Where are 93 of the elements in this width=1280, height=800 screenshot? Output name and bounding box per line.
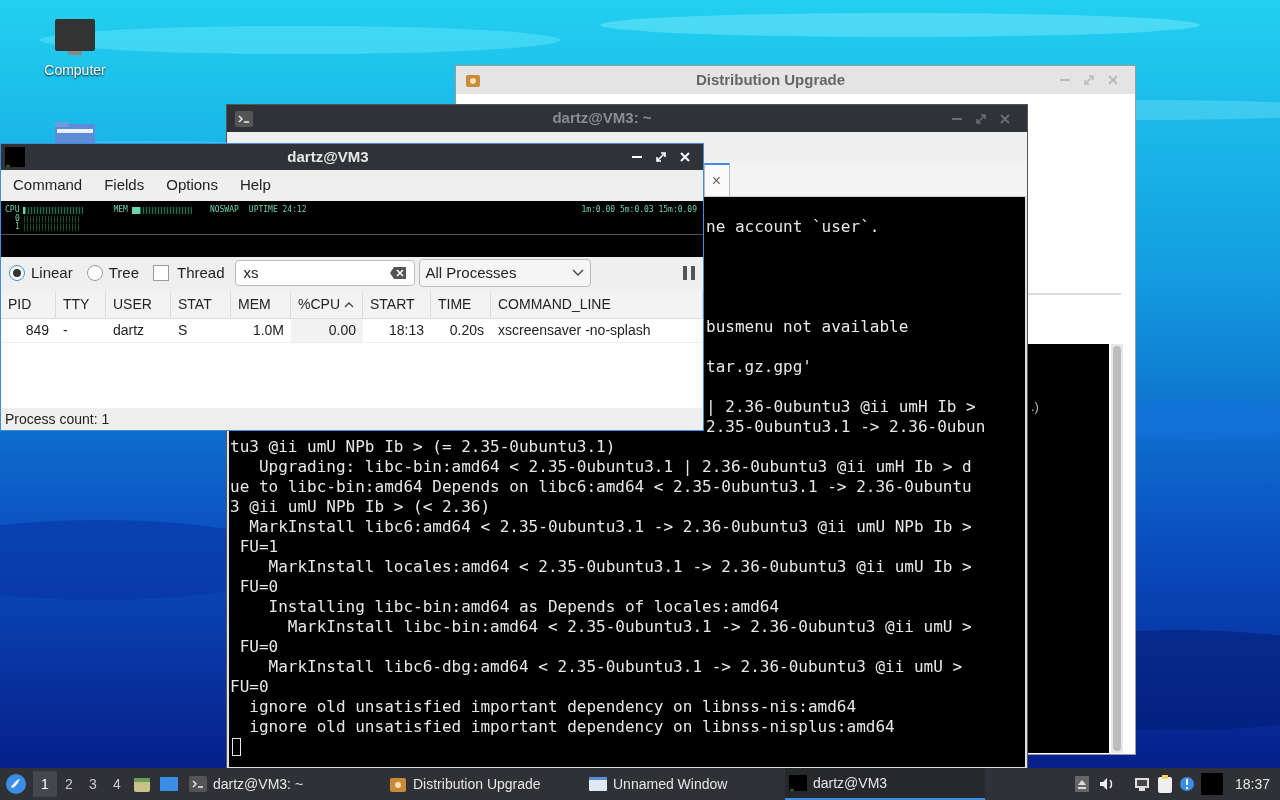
taskbar-button[interactable]: Unnamed Window bbox=[585, 768, 785, 800]
window-title: dartz@VM3 bbox=[286, 146, 370, 167]
terminal-line: MarkInstall libc6:amd64 < 2.35-0ubuntu3.1 -> 2.36-0ubuntu3 @ii umU NPb Ib > bbox=[248, 517, 972, 536]
terminal-line: | 2.36-0ubuntu3 @ii umH Ib > bbox=[706, 397, 976, 416]
clipboard-icon[interactable] bbox=[1156, 775, 1173, 793]
terminal-line: FU=0 bbox=[238, 577, 279, 596]
table-cell-text: 18:13 bbox=[387, 321, 425, 340]
mem-label: MEM bbox=[113, 204, 128, 216]
window-icon bbox=[589, 776, 607, 792]
log-text: .) bbox=[1031, 399, 1039, 414]
notification-icon[interactable] bbox=[1178, 776, 1195, 792]
eject-icon[interactable] bbox=[1074, 776, 1089, 792]
process-filter-dropdown[interactable]: All Processes bbox=[418, 259, 591, 287]
column-header[interactable]: PID bbox=[1, 291, 56, 318]
start-menu-icon[interactable] bbox=[5, 773, 27, 795]
folder-icon bbox=[55, 122, 95, 144]
network-icon[interactable] bbox=[1132, 776, 1151, 792]
cpu-core-label: 1 bbox=[15, 222, 20, 233]
workspace-button[interactable]: 4 bbox=[105, 771, 129, 797]
terminal-tab[interactable]: × bbox=[704, 163, 730, 196]
column-header[interactable]: TTY bbox=[56, 291, 106, 318]
terminal-icon bbox=[189, 776, 207, 792]
clear-icon[interactable] bbox=[389, 267, 406, 279]
terminal-line: ignore old unsatisfied important dependency on libnss-nisplus:amd64 bbox=[248, 717, 895, 736]
checkbox[interactable]: Thread bbox=[153, 261, 225, 285]
scrollbar[interactable] bbox=[1111, 344, 1123, 753]
terminal-line: ignore old unsatisfied important dependency on libnss-nis:amd64 bbox=[248, 697, 857, 716]
app-icon bbox=[789, 775, 807, 791]
pause-icon[interactable] bbox=[683, 266, 695, 280]
column-header[interactable]: STAT bbox=[171, 291, 231, 318]
terminal-line: 2.35-0ubuntu3.1 -> 2.36-0ubun bbox=[706, 417, 986, 436]
load-average: 1m:0.00 5m:0.03 15m:0.09 bbox=[581, 204, 697, 216]
chevron-down-icon bbox=[571, 269, 584, 277]
menu-item[interactable]: Help bbox=[239, 174, 271, 197]
column-header[interactable]: USER bbox=[106, 291, 171, 318]
workspace-button[interactable]: 2 bbox=[57, 771, 81, 797]
drawer-icon[interactable] bbox=[133, 775, 151, 793]
uptime-label: UPTIME 24:12 bbox=[248, 204, 307, 216]
terminal-line: ne account `user`. bbox=[706, 217, 880, 236]
table-cell-text: dartz bbox=[112, 321, 146, 340]
clock: 18:37 bbox=[1234, 774, 1270, 794]
window-title: dartz@VM3: ~ bbox=[551, 108, 653, 129]
table-cell-text: S bbox=[177, 321, 189, 340]
taskbar-button[interactable]: dartz@VM3 bbox=[785, 768, 985, 800]
terminal-line: Upgrading: libc-bin:amd64 < 2.35-0ubuntu3.1 | 2.36-0ubuntu3 @ii umH Ib > d bbox=[257, 457, 972, 476]
table-cell-text: - bbox=[62, 321, 69, 340]
app-icon bbox=[5, 147, 25, 167]
workspace-button[interactable]: 1 bbox=[33, 771, 57, 797]
terminal-line: MarkInstall libc6-dbg:amd64 < 2.35-0ubuntu3.1 -> 2.36-0ubuntu3 @ii umU > bbox=[267, 657, 963, 676]
table-cell-text: 1.0M bbox=[251, 321, 285, 340]
terminal-line: tar.gz.gpg' bbox=[706, 357, 812, 376]
table-cell-text: 0.20s bbox=[448, 321, 485, 340]
column-header[interactable]: COMMAND_LINE bbox=[491, 291, 703, 318]
menu-item[interactable]: Fields bbox=[104, 174, 145, 197]
column-header[interactable]: %CPU bbox=[291, 291, 363, 318]
cpu-label: CPU bbox=[5, 204, 20, 214]
status-text: Process count: 1 bbox=[5, 409, 110, 429]
memory-graph bbox=[131, 206, 192, 214]
terminal-line: Installing libc-bin:amd64 as Depends of locales:amd64 bbox=[267, 597, 780, 616]
column-header[interactable]: MEM bbox=[231, 291, 291, 318]
terminal-line: FU=1 bbox=[238, 537, 279, 556]
terminal-line: ue to libc-bin:amd64 Depends on libc6:amd64 < 2.35-0ubuntu3.1 -> 2.36-0ubuntu bbox=[230, 477, 972, 496]
terminal-line: MarkInstall libc-bin:amd64 < 2.35-0ubuntu3.1 -> 2.36-0ubuntu3 @ii umU > bbox=[286, 617, 972, 636]
column-header[interactable]: TIME bbox=[431, 291, 491, 318]
window-icon[interactable] bbox=[159, 775, 179, 793]
volume-icon[interactable] bbox=[1098, 777, 1115, 791]
monitor-icon bbox=[54, 18, 96, 56]
radio-button[interactable]: Tree bbox=[86, 261, 139, 285]
terminal-line: FU=0 bbox=[238, 637, 279, 656]
taskbar-button[interactable]: dartz@VM3: ~ bbox=[185, 768, 385, 800]
workspace-button[interactable]: 3 bbox=[81, 771, 105, 797]
radio-button[interactable]: Linear bbox=[9, 261, 73, 285]
terminal-line: 3 @ii umU NPb Ib > (< 2.36) bbox=[230, 497, 491, 516]
terminal-line: busmenu not available bbox=[706, 317, 909, 336]
terminal-icon bbox=[235, 110, 253, 127]
swap-label: NOSWAP bbox=[209, 204, 239, 216]
table-cell-text: 849 bbox=[24, 321, 50, 340]
cpu-core-label: 0 bbox=[15, 213, 20, 223]
search-field[interactable]: xs bbox=[234, 260, 415, 286]
tab-close-button[interactable]: × bbox=[711, 168, 721, 193]
terminal-line: tu3 @ii umU NPb Ib > (= 2.35-0ubuntu3.1) bbox=[230, 437, 616, 456]
table-cell-text: xscreensaver -no-splash bbox=[497, 321, 652, 340]
taskbar-button[interactable]: Distribution Upgrade bbox=[385, 768, 585, 800]
menu-item[interactable]: Command bbox=[13, 174, 83, 197]
menu-item[interactable]: Options bbox=[166, 174, 218, 197]
terminal-line: MarkInstall locales:amd64 < 2.35-0ubuntu3.1 -> 2.36-0ubuntu3 @ii umU Ib > bbox=[267, 557, 972, 576]
cpu-graph bbox=[23, 206, 84, 214]
column-header[interactable]: START bbox=[363, 291, 431, 318]
table-row[interactable]: 849 - dartz S 1.0M 0.00 18:13 0.20s xscreensaver -no-splash bbox=[1, 319, 703, 343]
window-title: Distribution Upgrade bbox=[694, 69, 847, 90]
terminal-line: FU=0 bbox=[230, 677, 269, 696]
table-cell: 0.00 bbox=[291, 319, 363, 342]
package-icon bbox=[389, 776, 407, 792]
